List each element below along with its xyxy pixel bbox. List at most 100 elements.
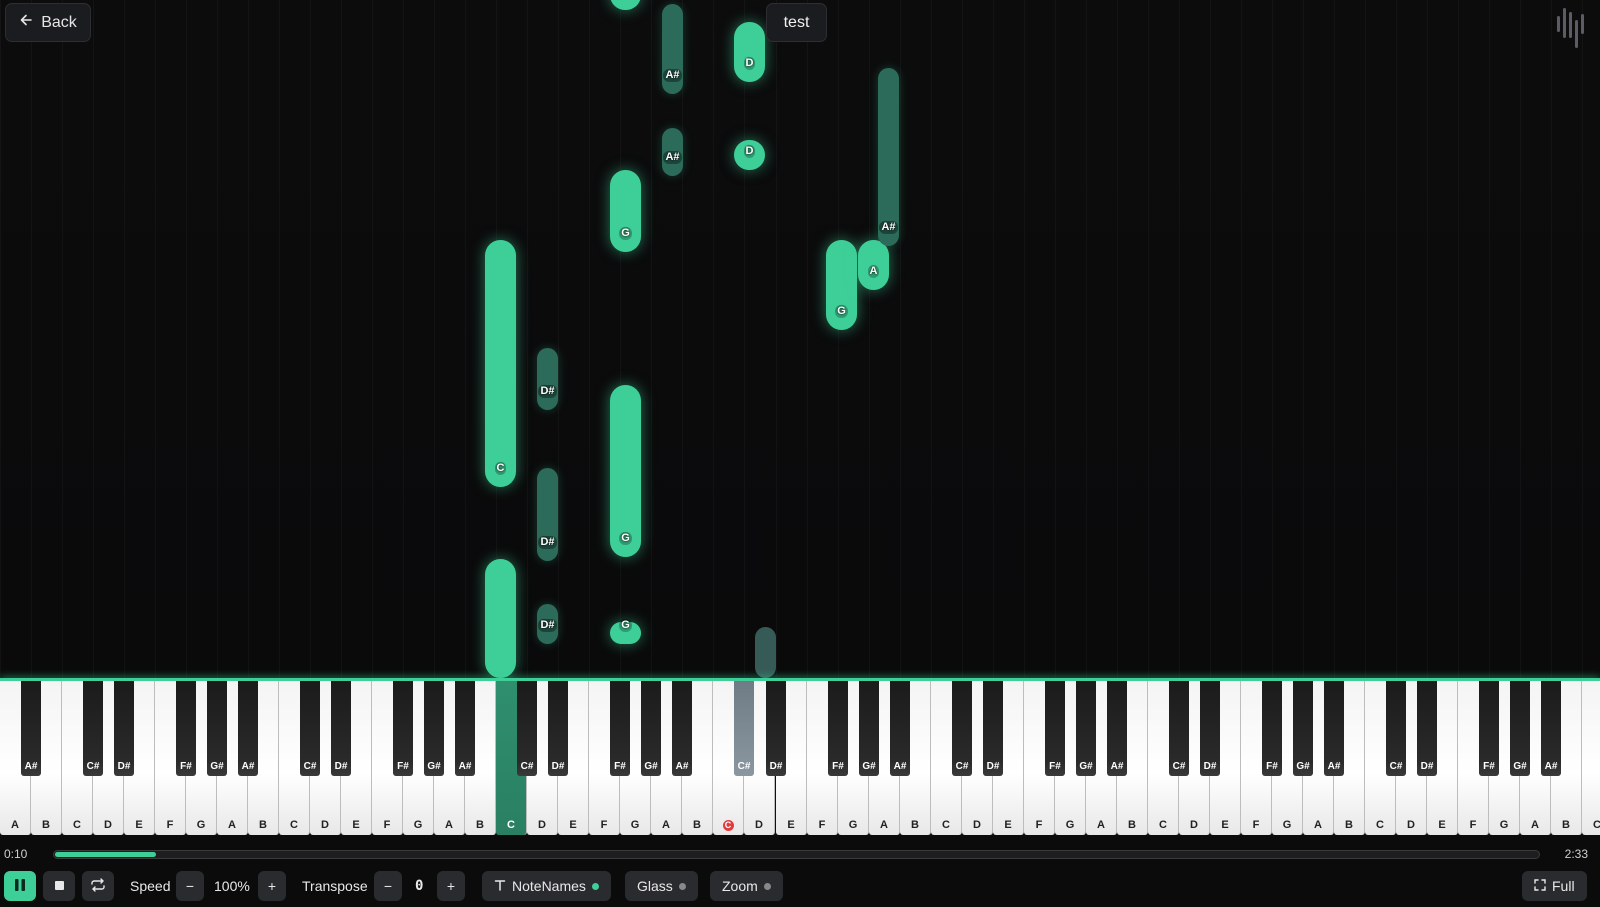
black-key[interactable]: D# <box>1417 681 1437 776</box>
stop-button[interactable] <box>43 871 75 901</box>
black-key[interactable]: C# <box>1386 681 1406 776</box>
black-key-label: D# <box>551 761 565 772</box>
black-key-label: G# <box>862 761 876 772</box>
white-key-label: E <box>135 819 143 831</box>
black-key[interactable]: C# <box>952 681 972 776</box>
grid-line <box>31 0 32 678</box>
fullscreen-button[interactable]: Full <box>1522 871 1587 901</box>
black-key-label: C# <box>1172 761 1186 772</box>
black-key[interactable]: D# <box>1200 681 1220 776</box>
black-key[interactable]: D# <box>114 681 134 776</box>
black-key[interactable]: G# <box>1076 681 1096 776</box>
transpose-increase-button[interactable]: + <box>437 871 465 901</box>
black-key[interactable]: G# <box>1293 681 1313 776</box>
speed-value: 100% <box>214 878 250 894</box>
black-key[interactable]: F# <box>1262 681 1282 776</box>
note-label: D <box>743 145 756 158</box>
black-key[interactable]: A# <box>672 681 692 776</box>
black-key[interactable]: G# <box>641 681 661 776</box>
black-key[interactable]: F# <box>393 681 413 776</box>
white-key-label: G <box>1065 819 1075 831</box>
black-key[interactable]: A# <box>1107 681 1127 776</box>
black-key[interactable]: A# <box>1324 681 1344 776</box>
white-key-label: G <box>1499 819 1509 831</box>
white-key-label: G <box>196 819 206 831</box>
black-key-label: A# <box>24 761 38 772</box>
black-key[interactable]: G# <box>207 681 227 776</box>
grid-line <box>1303 0 1304 678</box>
white-key[interactable]: C <box>1582 681 1600 835</box>
zoom-toggle[interactable]: Zoom <box>710 871 783 901</box>
black-key[interactable]: C# <box>734 681 754 776</box>
white-key-label: A <box>228 819 236 831</box>
black-key[interactable]: F# <box>176 681 196 776</box>
grid-line <box>1024 0 1025 678</box>
grid-line <box>465 0 466 678</box>
falling-note: D# <box>537 348 558 410</box>
black-key[interactable]: C# <box>517 681 537 776</box>
grid-line <box>217 0 218 678</box>
note-label: D# <box>538 536 557 549</box>
black-key[interactable]: A# <box>455 681 475 776</box>
black-key[interactable]: A# <box>238 681 258 776</box>
back-button[interactable]: Back <box>5 3 91 42</box>
grid-line <box>403 0 404 678</box>
progress-fill <box>55 852 156 857</box>
falling-note: A# <box>878 68 899 246</box>
black-key-label: A# <box>1110 761 1124 772</box>
speed-decrease-button[interactable]: − <box>176 871 204 901</box>
black-key-label: F# <box>614 761 626 772</box>
white-key-label: A <box>11 819 19 831</box>
falling-note: A# <box>662 128 683 176</box>
grid-line <box>93 0 94 678</box>
black-key[interactable]: A# <box>21 681 41 776</box>
transpose-decrease-button[interactable]: − <box>374 871 402 901</box>
black-key[interactable]: D# <box>331 681 351 776</box>
black-key[interactable]: D# <box>766 681 786 776</box>
white-key-label: B <box>693 819 701 831</box>
black-key[interactable]: C# <box>300 681 320 776</box>
progress-bar[interactable] <box>53 850 1540 859</box>
app-root: C D# D# D# G G G G A# A# D D G A A# Back test A B C D E F G A… <box>0 0 1600 907</box>
white-key-label: B <box>259 819 267 831</box>
black-key[interactable]: G# <box>424 681 444 776</box>
grid-line <box>248 0 249 678</box>
black-key[interactable]: D# <box>548 681 568 776</box>
black-key[interactable]: G# <box>859 681 879 776</box>
white-key-label: C <box>507 819 515 831</box>
black-key[interactable]: D# <box>983 681 1003 776</box>
black-key[interactable]: A# <box>890 681 910 776</box>
black-key-label: F# <box>180 761 192 772</box>
grid-line <box>620 0 621 678</box>
song-title: test <box>766 3 827 42</box>
glass-toggle[interactable]: Glass <box>625 871 698 901</box>
black-key[interactable]: C# <box>83 681 103 776</box>
grid-line <box>155 0 156 678</box>
grid-line <box>713 0 714 678</box>
piano-keyboard[interactable]: ABCDEFGABCDEFGABCDEFGABCDEFGABCDEFGABCDE… <box>0 681 1600 835</box>
black-key[interactable]: F# <box>1479 681 1499 776</box>
grid-line <box>807 0 808 678</box>
black-key[interactable]: C# <box>1169 681 1189 776</box>
falling-note: G <box>610 170 641 252</box>
black-key[interactable]: F# <box>1045 681 1065 776</box>
white-key-label: A <box>1314 819 1322 831</box>
note-names-toggle[interactable]: NoteNames <box>482 871 611 901</box>
black-key[interactable]: G# <box>1510 681 1530 776</box>
play-pause-button[interactable] <box>4 871 36 901</box>
loop-button[interactable] <box>82 871 114 901</box>
total-time: 2:33 <box>1564 847 1588 861</box>
black-key[interactable]: F# <box>828 681 848 776</box>
white-key-label: F <box>166 819 174 831</box>
speed-increase-button[interactable]: + <box>258 871 286 901</box>
black-key-label: G# <box>1296 761 1310 772</box>
falling-note: D# <box>537 468 558 561</box>
black-key[interactable]: F# <box>610 681 630 776</box>
black-key[interactable]: A# <box>1541 681 1561 776</box>
grid-line <box>279 0 280 678</box>
white-key-label: E <box>1221 819 1229 831</box>
note-label: A# <box>663 69 682 82</box>
white-key-label: D <box>321 819 329 831</box>
grid-line <box>527 0 528 678</box>
white-key-label: D <box>1190 819 1198 831</box>
